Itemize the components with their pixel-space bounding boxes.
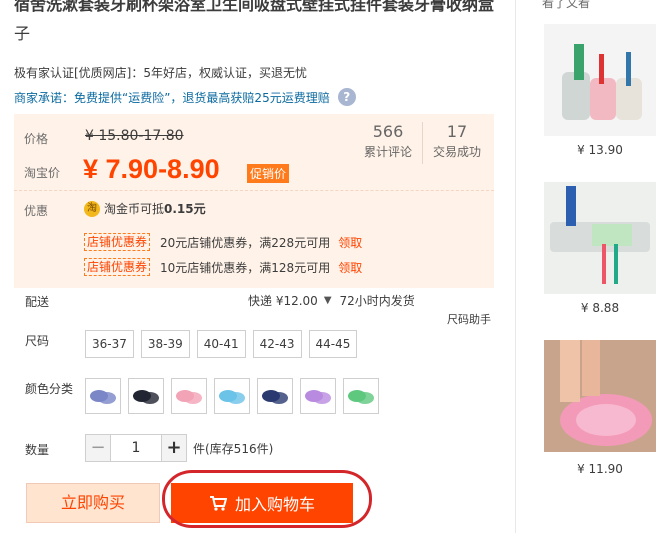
product-thumbnail[interactable] xyxy=(544,24,656,136)
color-swatch[interactable] xyxy=(343,378,379,414)
chevron-down-icon[interactable]: ▼ xyxy=(324,295,332,306)
slipper-icon xyxy=(262,390,288,404)
size-options: 36-37 38-39 40-41 42-43 44-45 xyxy=(85,330,364,358)
current-price: ¥ 7.90-8.90 xyxy=(83,154,220,184)
coupon-text: 20元店铺优惠券，满228元可用 xyxy=(160,235,331,250)
review-count-caption: 累计评论 xyxy=(364,145,413,159)
color-swatch[interactable] xyxy=(171,378,207,414)
original-price: ¥ 15.80-17.80 xyxy=(85,128,184,144)
stock-text: 件(库存516件) xyxy=(193,441,274,456)
slipper-icon xyxy=(90,390,116,404)
watermark-text: 快经验 xyxy=(563,481,603,496)
certification-text: 极有家认证[优质网店]：5年好店，权威认证，买退无忧 xyxy=(14,66,308,80)
product-title-continued: 子 xyxy=(14,24,31,43)
product-thumbnail[interactable] xyxy=(544,182,656,294)
sales-stats: 566 累计评论 17 交易成功 xyxy=(354,122,491,164)
slipper-icon xyxy=(219,390,245,404)
color-swatch[interactable] xyxy=(257,378,293,414)
slipper-icon xyxy=(133,390,159,404)
quantity-input[interactable]: 1 xyxy=(111,434,161,462)
shipping-info: 快递 ¥12.00 ▼ 72小时内发货 xyxy=(248,292,415,309)
recommend-sidebar: 看了又看 ¥ 13.90 ¥ 8.88 ¥ 11.90 xyxy=(516,0,657,533)
slipper-icon xyxy=(176,390,202,404)
deal-count: 17 交易成功 xyxy=(422,122,491,164)
question-icon[interactable]: ? xyxy=(337,88,356,106)
promo-price-tag: 促销价 xyxy=(247,164,290,183)
price-box: 价格 ¥ 15.80-17.80 淘宝价 ¥ 7.90-8.90 促销价 566… xyxy=(14,114,494,288)
discount-label: 优惠 xyxy=(24,204,49,218)
product-price: ¥ 13.90 xyxy=(577,143,623,157)
product-title: 宿舍洗漱套装牙刷杯架浴室卫生间吸盘式壁挂式挂件套装牙膏收纳盒 xyxy=(14,0,495,14)
claim-coupon-link[interactable]: 领取 xyxy=(338,259,362,276)
review-count[interactable]: 566 累计评论 xyxy=(354,122,422,164)
color-swatch[interactable] xyxy=(300,378,336,414)
size-option[interactable]: 42-43 xyxy=(252,330,302,358)
review-count-number: 566 xyxy=(372,122,404,141)
color-options xyxy=(85,378,386,414)
taojinbi-icon: 淘 xyxy=(84,200,100,217)
size-option[interactable]: 36-37 xyxy=(85,330,134,358)
color-label: 颜色分类 xyxy=(25,382,74,396)
color-swatch[interactable] xyxy=(214,378,250,414)
price-divider xyxy=(14,190,494,191)
sidebar-heading: 看了又看 xyxy=(542,0,591,10)
color-swatch[interactable] xyxy=(85,378,121,414)
product-price: ¥ 11.90 xyxy=(577,462,623,476)
product-price: ¥ 8.88 xyxy=(580,301,620,315)
seller-promise: 商家承诺：免费提供“运费险”，退货最高获赔25元运费理赔 ? xyxy=(14,88,356,106)
buy-now-button[interactable]: 立即购买 xyxy=(26,483,160,523)
taojinbi-amount: 0.15元 xyxy=(164,202,206,216)
size-option[interactable]: 44-45 xyxy=(308,330,358,358)
slipper-icon xyxy=(348,390,374,404)
quantity-stepper: − 1 + 件(库存516件) xyxy=(85,434,273,462)
color-swatch[interactable] xyxy=(128,378,164,414)
promise-link[interactable]: 商家承诺：免费提供“运费险”，退货最高获赔25元运费理赔 xyxy=(14,89,330,106)
coupon-tag: 店铺优惠券 xyxy=(84,233,151,251)
price-label: 价格 xyxy=(24,132,49,146)
shipping-label: 配送 xyxy=(25,295,50,309)
claim-coupon-link[interactable]: 领取 xyxy=(338,234,362,251)
size-label: 尺码 xyxy=(25,334,50,348)
quantity-label: 数量 xyxy=(25,443,50,457)
dispatch-time: 72小时内发货 xyxy=(339,294,415,308)
taojinbi-text: 淘金币可抵 xyxy=(104,202,165,216)
size-helper-link[interactable]: 尺码助手 xyxy=(447,311,491,327)
coupon-row: 店铺优惠券 10元店铺优惠券，满128元可用 领取 xyxy=(84,258,362,276)
taojinbi-row: 淘 淘金币可抵 0.15元 xyxy=(84,200,206,217)
coupon-tag: 店铺优惠券 xyxy=(84,258,151,276)
size-option[interactable]: 40-41 xyxy=(196,330,246,358)
highlight-circle xyxy=(162,470,372,528)
decrease-button[interactable]: − xyxy=(85,434,111,462)
slipper-icon xyxy=(305,390,331,404)
coupon-text: 10元店铺优惠券，满128元可用 xyxy=(160,260,331,275)
deal-count-caption: 交易成功 xyxy=(433,145,482,159)
size-option[interactable]: 38-39 xyxy=(140,330,190,358)
deal-count-number: 17 xyxy=(446,122,468,141)
coupon-row: 店铺优惠券 20元店铺优惠券，满228元可用 领取 xyxy=(84,233,362,251)
taobao-price-label: 淘宝价 xyxy=(24,166,61,180)
increase-button[interactable]: + xyxy=(161,434,187,462)
shipping-method[interactable]: 快递 ¥12.00 xyxy=(248,292,318,309)
product-thumbnail[interactable] xyxy=(544,340,656,452)
product-main-panel: 宿舍洗漱套装牙刷杯架浴室卫生间吸盘式壁挂式挂件套装牙膏收纳盒 子 极有家认证[优… xyxy=(0,0,515,533)
